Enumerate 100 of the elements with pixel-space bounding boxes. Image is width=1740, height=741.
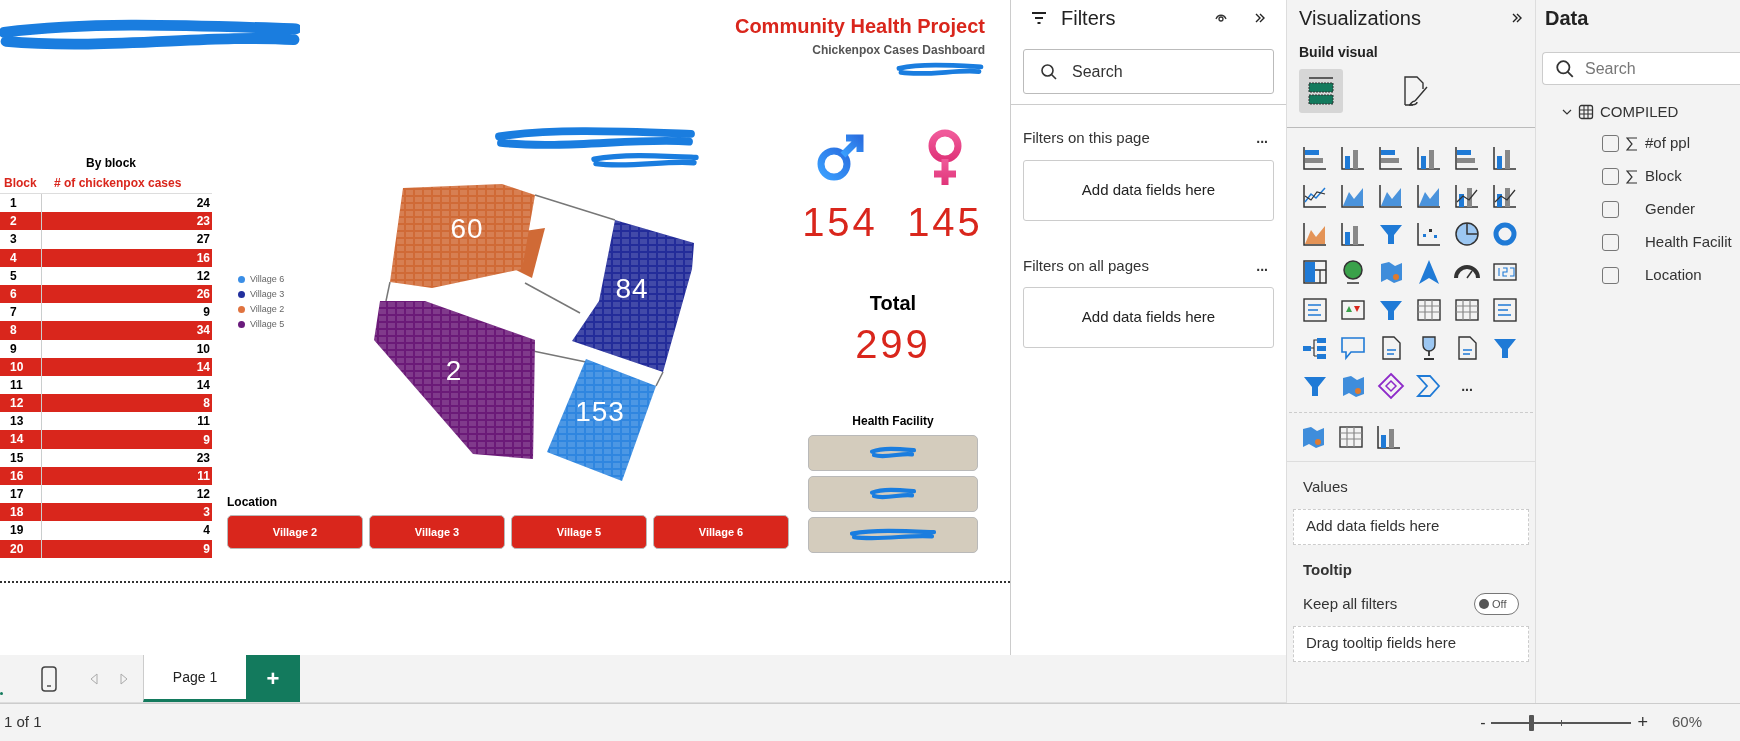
table-cell-text: 9 <box>202 431 211 449</box>
legend-label: Village 5 <box>250 318 285 330</box>
drop-zone[interactable]: Add data fields here <box>1293 508 1529 545</box>
column-chart-icon[interactable] <box>1491 144 1519 172</box>
line-chart-icon[interactable] <box>1301 182 1329 210</box>
ribbon-chart-icon[interactable] <box>1301 220 1329 248</box>
combo-chart-icon[interactable] <box>1453 182 1481 210</box>
gender-count: 145 <box>907 202 983 242</box>
sigma-icon <box>1626 136 1638 151</box>
gender-count: 154 <box>802 202 878 242</box>
list-icon[interactable] <box>1491 296 1519 324</box>
toggle-switch[interactable]: Off <box>1474 593 1519 616</box>
status-indicator-icon <box>0 692 3 695</box>
column-header[interactable]: Block <box>0 173 42 192</box>
table-cell-text: 12 <box>195 267 211 285</box>
eye-icon[interactable] <box>1214 12 1228 24</box>
slicer-title: Health Facility <box>852 413 934 430</box>
table-icon[interactable] <box>1453 296 1481 324</box>
table-icon[interactable] <box>1337 423 1365 451</box>
checkbox[interactable] <box>1602 267 1619 284</box>
area-chart-icon[interactable] <box>1377 182 1405 210</box>
checkbox[interactable] <box>1602 201 1619 218</box>
checkbox[interactable] <box>1602 135 1619 152</box>
table-cell-text: 9 <box>202 304 211 322</box>
field-name[interactable]: Location <box>1645 264 1702 287</box>
search-field[interactable]: Search <box>1542 52 1740 85</box>
zoom-out-button[interactable]: - <box>1478 710 1488 735</box>
collapse-icon[interactable] <box>1254 12 1266 24</box>
checkbox[interactable] <box>1602 168 1619 185</box>
zoom-slider[interactable] <box>1491 714 1632 731</box>
field-name[interactable]: Block <box>1645 165 1682 188</box>
tree-item[interactable]: COMPILED <box>1536 97 1740 127</box>
location-slicer-option[interactable]: Village 5 <box>511 515 647 549</box>
donut-chart-icon[interactable] <box>1491 220 1519 248</box>
table-cell-text: 16 <box>195 249 211 267</box>
table-cell: 20 <box>0 539 42 558</box>
bar-chart-icon[interactable] <box>1377 144 1405 172</box>
table-layout-icon <box>1305 75 1337 107</box>
drop-zone[interactable]: Add data fields here <box>1023 159 1274 221</box>
pane-title: Filters <box>1061 6 1117 31</box>
location-slicer-option[interactable]: Village 6 <box>653 515 789 549</box>
checkbox[interactable] <box>1602 234 1619 251</box>
scatter-chart-icon[interactable] <box>1415 220 1443 248</box>
field-name[interactable]: Gender <box>1645 198 1696 221</box>
combo-chart-icon[interactable] <box>1491 182 1519 210</box>
area-chart-icon[interactable] <box>1415 182 1443 210</box>
field-name[interactable]: Health Facilit <box>1645 231 1732 254</box>
chevron-icon[interactable] <box>1562 107 1572 117</box>
table-cell-text: 23 <box>195 449 211 467</box>
table-cell-text: 14 <box>195 376 211 394</box>
diamond-icon[interactable] <box>1377 372 1405 400</box>
phone-icon[interactable] <box>41 665 57 692</box>
table-cell-text: 27 <box>195 231 211 249</box>
map-region[interactable]: 153 <box>547 359 656 481</box>
area-chart-icon[interactable] <box>1339 182 1367 210</box>
bar-chart-icon[interactable] <box>1301 144 1329 172</box>
table-cell-text: 12 <box>195 486 211 504</box>
table-cell-text: 3 <box>202 504 211 522</box>
report-title: Community Health Project <box>734 14 985 39</box>
facility-slicer-option[interactable] <box>808 517 978 553</box>
more-visuals-button[interactable]: ... <box>1453 379 1481 393</box>
column-chart-icon[interactable] <box>1339 220 1367 248</box>
map-region[interactable]: 2 <box>374 301 535 459</box>
collapse-icon[interactable] <box>1511 12 1523 24</box>
field-name[interactable]: #of ppl <box>1645 132 1691 155</box>
location-slicer-option[interactable]: Village 2 <box>227 515 363 549</box>
zoom-in-button[interactable]: + <box>1635 709 1650 736</box>
pie-chart-icon[interactable] <box>1453 220 1481 248</box>
section-title: Filters on all pages <box>1023 255 1149 276</box>
table-cell-text: 8 <box>202 395 211 413</box>
more-options-button[interactable]: ... <box>1256 131 1268 146</box>
table-cell-text: 4 <box>202 522 211 540</box>
column-chart-icon[interactable] <box>1339 144 1367 172</box>
map-region[interactable]: 84 <box>572 220 694 372</box>
list-icon[interactable] <box>1301 296 1329 324</box>
zoom-slider-thumb[interactable] <box>1528 714 1534 731</box>
table-icon <box>1578 104 1594 120</box>
section-title: Filters on this page <box>1023 128 1150 148</box>
facility-slicer-option[interactable] <box>808 435 978 471</box>
bar-chart-icon[interactable] <box>1453 144 1481 172</box>
table-icon[interactable] <box>1415 296 1443 324</box>
redaction-scribble <box>868 487 918 501</box>
table-cell-text: 10 <box>195 340 211 358</box>
more-options-button[interactable]: ... <box>1256 258 1268 273</box>
table-cell: 19 <box>0 521 42 540</box>
page-count: 1 of 1 <box>4 712 43 733</box>
search-field[interactable]: Search <box>1023 49 1274 94</box>
page-tab[interactable]: Page 1 <box>143 655 246 702</box>
drop-zone[interactable]: Add data fields here <box>1023 287 1274 348</box>
add-page-button[interactable]: + <box>246 655 300 702</box>
treemap-icon[interactable] <box>1301 258 1329 286</box>
build-visual-tab[interactable] <box>1299 69 1343 113</box>
location-slicer-option[interactable]: Village 3 <box>369 515 505 549</box>
column-header[interactable]: # of chickenpox cases <box>42 173 212 192</box>
column-chart-icon[interactable] <box>1375 423 1403 451</box>
column-chart-icon[interactable] <box>1415 144 1443 172</box>
facility-slicer-option[interactable] <box>808 476 978 512</box>
speech-bubble-icon[interactable] <box>1339 334 1367 362</box>
pane-title: Data <box>1544 6 1590 31</box>
drop-zone[interactable]: Drag tooltip fields here <box>1293 625 1529 662</box>
